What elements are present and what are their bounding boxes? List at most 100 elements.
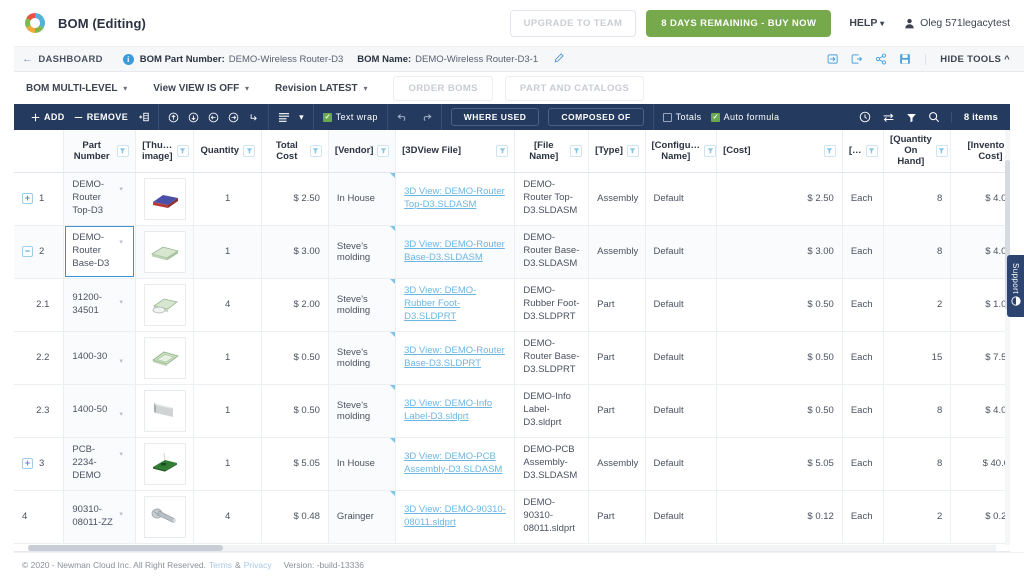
circle-down-icon[interactable] <box>188 112 199 123</box>
column-header-type[interactable]: [Type] <box>589 130 645 172</box>
cell-part-number[interactable]: 90310-08011-ZZ▾ <box>64 490 136 543</box>
filter-icon[interactable] <box>866 145 878 157</box>
undo-icon[interactable] <box>397 112 410 122</box>
remove-button[interactable]: REMOVE <box>74 112 128 122</box>
upgrade-to-team-button[interactable]: UPGRADE TO TEAM <box>510 10 637 37</box>
cell-quantity[interactable]: 4 <box>194 490 261 543</box>
cell-cost[interactable]: $ 0.50 <box>717 331 843 384</box>
cell-thumbnail[interactable] <box>135 437 194 490</box>
cell-vendor[interactable]: In House <box>328 437 395 490</box>
info-icon[interactable]: i <box>123 54 134 65</box>
cell-type[interactable]: Assembly <box>589 225 645 278</box>
cell-quantity-on-hand[interactable]: 8 <box>884 384 951 437</box>
cell-configuration-name[interactable]: Default <box>645 225 717 278</box>
cell-configuration-name[interactable]: Default <box>645 331 717 384</box>
cell-cost[interactable]: $ 0.50 <box>717 384 843 437</box>
chevron-down-icon[interactable]: ▾ <box>299 112 304 123</box>
3d-view-link[interactable]: 3D View: DEMO-Router Base-D3.SLDASM <box>404 239 506 265</box>
filter-icon[interactable] <box>936 145 948 157</box>
cell-type[interactable]: Assembly <box>589 437 645 490</box>
pencil-icon[interactable] <box>554 53 564 66</box>
cell-file-name[interactable]: DEMO-Router Base-D3.SLDPRT <box>515 331 589 384</box>
cell-type[interactable]: Part <box>589 384 645 437</box>
chevron-down-icon[interactable]: ▾ <box>119 450 123 459</box>
buy-now-button[interactable]: 8 DAYS REMAINING - BUY NOW <box>646 10 831 37</box>
cell-file-name[interactable]: DEMO-Rubber Foot-D3.SLDPRT <box>515 278 589 331</box>
cell-3dview-file[interactable]: 3D View: DEMO-90310-08011.sldprt <box>396 490 515 543</box>
column-header-cost[interactable]: [Cost] <box>717 130 843 172</box>
user-menu[interactable]: Oleg 571legacytest <box>904 17 1010 29</box>
cell-type[interactable]: Part <box>589 331 645 384</box>
list-view-icon[interactable] <box>278 112 290 123</box>
cell-inventory-cost[interactable]: $ 4.00 <box>951 225 1010 278</box>
filter-icon[interactable] <box>310 145 322 157</box>
column-header-part-number[interactable]: Part Number <box>64 130 136 172</box>
table-row[interactable]: +3PCB-2234-DEMO▾1$ 5.05In House3D View: … <box>14 437 1010 490</box>
cell-total-cost[interactable]: $ 2.50 <box>261 172 328 225</box>
cell-total-cost[interactable]: $ 0.50 <box>261 331 328 384</box>
cell-quantity-on-hand[interactable]: 8 <box>884 437 951 490</box>
3d-view-link[interactable]: 3D View: DEMO-Info Label-D3.sldprt <box>404 398 506 424</box>
row-number-cell[interactable]: +1 <box>14 172 64 225</box>
cell-inventory-cost[interactable]: $ 7.50 <box>951 331 1010 384</box>
cell-vendor[interactable]: Steve's molding <box>328 278 395 331</box>
filter-icon[interactable] <box>117 145 129 157</box>
3d-view-link[interactable]: 3D View: DEMO-Router Top-D3.SLDASM <box>404 186 506 212</box>
order-boms-button[interactable]: ORDER BOMS <box>393 76 492 101</box>
bom-table-container[interactable]: Part Number [Thu…image] Quantity Total C… <box>14 130 1010 552</box>
cell-vendor[interactable]: Grainger <box>328 490 395 543</box>
column-header-configuration-name[interactable]: [Configu…Name] <box>645 130 717 172</box>
search-icon[interactable] <box>928 111 940 123</box>
cell-type[interactable]: Part <box>589 490 645 543</box>
cell-part-number[interactable]: DEMO-Router Base-D3▾ <box>64 225 136 278</box>
3d-view-link[interactable]: 3D View: DEMO-PCB Assembly-D3.SLDASM <box>404 451 506 477</box>
cell-total-cost[interactable]: $ 0.48 <box>261 490 328 543</box>
table-row[interactable]: 2.31400-50▾1$ 0.50Steve's molding3D View… <box>14 384 1010 437</box>
breadcrumb-dashboard-link[interactable]: ← DASHBOARD <box>22 53 103 65</box>
cell-quantity-on-hand[interactable]: 15 <box>884 331 951 384</box>
chevron-down-icon[interactable]: ▾ <box>119 510 123 519</box>
table-row[interactable]: 2.21400-30▾1$ 0.50Steve's molding3D View… <box>14 331 1010 384</box>
cell-unit[interactable]: Each <box>842 278 883 331</box>
cell-unit[interactable]: Each <box>842 384 883 437</box>
row-number-cell[interactable]: −2 <box>14 225 64 278</box>
horizontal-scrollbar-thumb[interactable] <box>28 545 223 551</box>
chevron-down-icon[interactable]: ▾ <box>119 410 123 419</box>
cell-inventory-cost[interactable]: $ 4.00 <box>951 384 1010 437</box>
row-number-cell[interactable]: 2.3 <box>14 384 64 437</box>
column-header-vendor[interactable]: [Vendor] <box>328 130 395 172</box>
cell-unit[interactable]: Each <box>842 225 883 278</box>
3d-view-link[interactable]: 3D View: DEMO-90310-08011.sldprt <box>404 504 506 530</box>
cell-cost[interactable]: $ 2.50 <box>717 172 843 225</box>
cell-3dview-file[interactable]: 3D View: DEMO-PCB Assembly-D3.SLDASM <box>396 437 515 490</box>
vertical-scrollbar[interactable] <box>1005 130 1010 545</box>
column-header-unit[interactable]: [… <box>842 130 883 172</box>
filter-icon[interactable] <box>377 145 389 157</box>
cell-vendor[interactable]: Steve's molding <box>328 384 395 437</box>
cell-thumbnail[interactable] <box>135 331 194 384</box>
row-number-cell[interactable]: 2.1 <box>14 278 64 331</box>
composed-of-button[interactable]: COMPOSED OF <box>548 108 643 126</box>
text-wrap-toggle[interactable]: Text wrap <box>323 112 378 122</box>
cell-total-cost[interactable]: $ 5.05 <box>261 437 328 490</box>
filter-icon[interactable] <box>906 112 917 123</box>
auto-formula-toggle[interactable]: Auto formula <box>711 112 780 122</box>
export-icon[interactable] <box>851 53 863 65</box>
cell-quantity-on-hand[interactable]: 2 <box>884 490 951 543</box>
cell-file-name[interactable]: DEMO-Router Base-D3.SLDASM <box>515 225 589 278</box>
cell-configuration-name[interactable]: Default <box>645 384 717 437</box>
cell-part-number[interactable]: DEMO-Router Top-D3▾ <box>64 172 136 225</box>
cell-thumbnail[interactable] <box>135 172 194 225</box>
circle-right-icon[interactable] <box>228 112 239 123</box>
table-row[interactable]: 2.191200-34501▾4$ 2.00Steve's molding3D … <box>14 278 1010 331</box>
cell-total-cost[interactable]: $ 0.50 <box>261 384 328 437</box>
cell-quantity[interactable]: 1 <box>194 384 261 437</box>
row-expander-toggle[interactable]: + <box>22 458 33 469</box>
table-row[interactable]: −2DEMO-Router Base-D3▾1$ 3.00Steve's mol… <box>14 225 1010 278</box>
cell-type[interactable]: Assembly <box>589 172 645 225</box>
cell-thumbnail[interactable] <box>135 278 194 331</box>
row-number-cell[interactable]: +3 <box>14 437 64 490</box>
cell-cost[interactable]: $ 0.50 <box>717 278 843 331</box>
cell-quantity[interactable]: 1 <box>194 225 261 278</box>
cell-part-number[interactable]: 91200-34501▾ <box>64 278 136 331</box>
